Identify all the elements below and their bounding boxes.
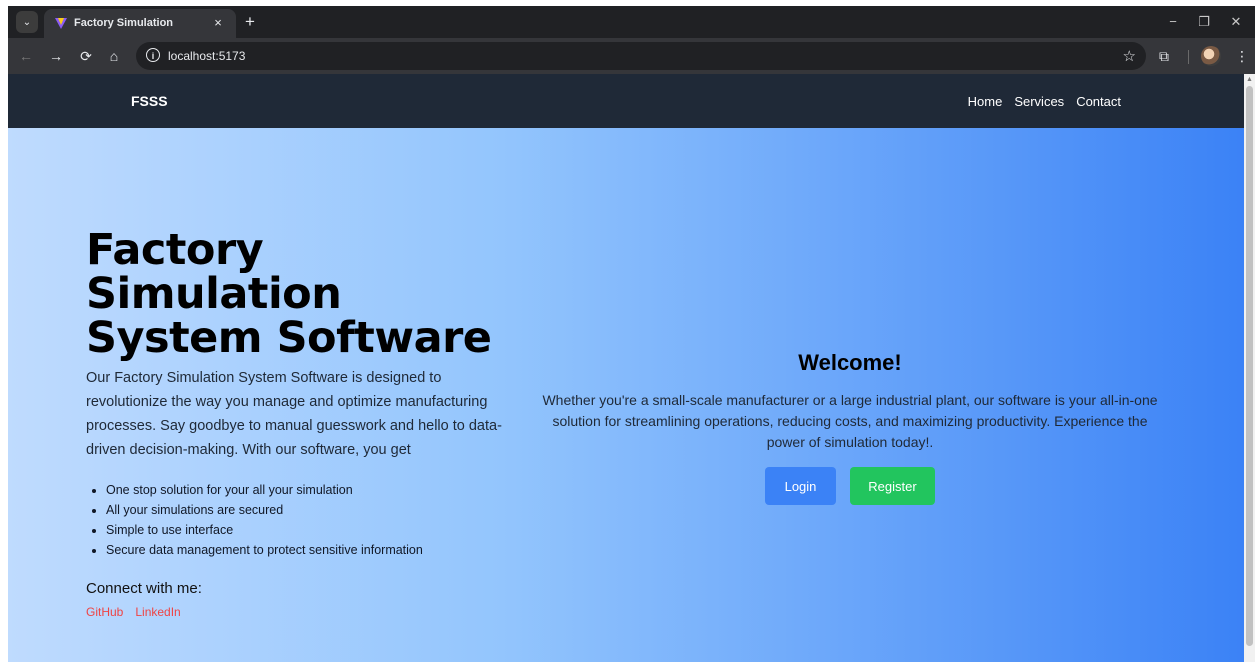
connect-heading: Connect with me: [86,580,202,597]
more-icon[interactable]: ⋮ [1232,46,1252,66]
page-scrollbar[interactable]: ▲ [1244,74,1255,662]
hero-section: Factory Simulation System Software Our F… [8,128,1244,662]
github-link[interactable]: GitHub [86,605,123,619]
login-button[interactable]: Login [765,467,836,505]
browser-window: ⌄ Factory Simulation × + − ❐ ✕ ← → ⟳ ⌂ i… [0,0,1255,662]
welcome-heading: Welcome! [798,350,902,375]
welcome-text: Whether you're a small-scale manufacture… [542,392,1158,450]
browser-tab[interactable]: Factory Simulation × [44,9,236,38]
nav-home-link[interactable]: Home [968,94,1003,109]
brand-logo[interactable]: FSSS [131,93,168,109]
feature-item: Secure data management to protect sensit… [106,540,511,560]
site-navbar: FSSS Home Services Contact [8,74,1244,128]
hero-intro: Our Factory Simulation System Software i… [86,370,502,458]
browser-toolbar: ← → ⟳ ⌂ i localhost:5173 ☆ ⧉ ⋮ [8,38,1255,74]
linkedin-link[interactable]: LinkedIn [135,605,180,619]
nav-contact-link[interactable]: Contact [1076,94,1121,109]
hero-title-line: Simulation [86,269,342,319]
nav-services-link[interactable]: Services [1014,94,1064,109]
page-viewport: FSSS Home Services Contact Factory Simul… [8,74,1244,662]
favicon-icon [55,18,67,29]
welcome-panel: Welcome! Whether you're a small-scale ma… [534,350,1166,505]
auth-buttons: Login Register [534,467,1166,505]
feature-list: One stop solution for your all your simu… [86,480,511,560]
extensions-icon[interactable]: ⧉ [1154,46,1174,66]
url-text[interactable]: localhost:5173 [168,49,245,63]
tab-strip: ⌄ Factory Simulation × + − ❐ ✕ [8,6,1255,38]
tab-list-icon[interactable]: ⌄ [16,11,38,33]
window-close-icon[interactable]: ✕ [1226,13,1246,31]
scroll-thumb[interactable] [1246,86,1253,646]
toolbar-divider [1188,50,1189,64]
restore-icon[interactable]: ❐ [1194,13,1214,31]
hero-title-line: Factory [86,225,264,275]
register-button[interactable]: Register [850,467,935,505]
forward-arrow-icon[interactable]: → [46,46,66,66]
site-info-icon[interactable]: i [146,48,160,62]
scroll-up-icon[interactable]: ▲ [1246,76,1253,83]
feature-item: All your simulations are secured [106,500,511,520]
nav-links: Home Services Contact [968,94,1121,109]
star-icon[interactable]: ☆ [1123,47,1136,65]
hero-title: Factory Simulation System Software [86,228,511,360]
close-icon[interactable]: × [210,15,226,31]
plus-icon[interactable]: + [240,12,260,32]
feature-item: Simple to use interface [106,520,511,540]
minimize-icon[interactable]: − [1163,13,1183,31]
avatar-icon[interactable] [1201,46,1221,66]
tab-title: Factory Simulation [74,17,174,29]
hero-left-column: Factory Simulation System Software Our F… [86,228,511,619]
address-bar[interactable]: i localhost:5173 ☆ [136,42,1146,70]
back-arrow-icon[interactable]: ← [16,46,36,66]
reload-icon[interactable]: ⟳ [76,46,96,66]
hero-title-line: System Software [86,313,492,363]
home-icon[interactable]: ⌂ [104,46,124,66]
social-links: GitHub LinkedIn [86,605,511,619]
feature-item: One stop solution for your all your simu… [106,480,511,500]
